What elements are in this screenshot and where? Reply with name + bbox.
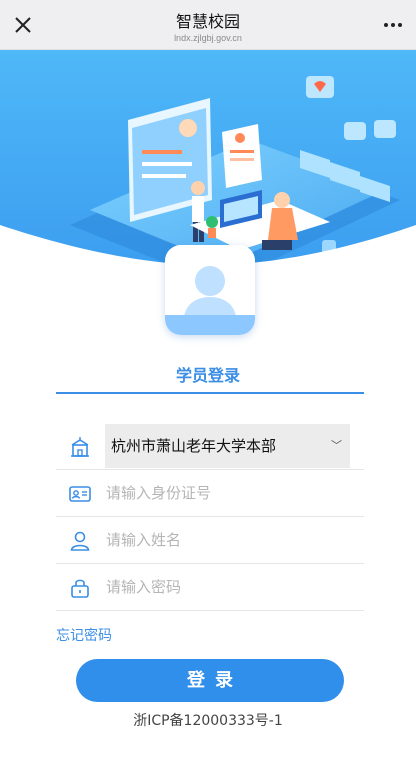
id-number-input[interactable]: 请输入身份证号 <box>106 470 211 517</box>
more-button[interactable] <box>382 14 404 36</box>
school-select[interactable]: 杭州市萧山老年大学本部 ﹀ <box>105 424 350 468</box>
id-card-icon <box>68 482 92 506</box>
tab-underline <box>56 392 364 394</box>
user-icon <box>68 529 92 553</box>
forgot-password-link[interactable]: 忘记密码 <box>56 625 112 645</box>
icp-footer: 浙ICP备12000333号-1 <box>133 713 283 729</box>
top-bar: 智慧校园 lndx.zjlgbj.gov.cn <box>0 0 416 50</box>
school-row: 杭州市萧山老年大学本部 ﹀ <box>56 423 364 470</box>
name-row: 请输入姓名 <box>56 517 364 564</box>
password-input[interactable]: 请输入密码 <box>106 564 181 611</box>
chevron-down-icon: ﹀ <box>331 439 342 452</box>
avatar-placeholder-icon <box>165 245 255 335</box>
more-icon <box>384 23 402 27</box>
password-row: 请输入密码 <box>56 564 364 611</box>
login-button[interactable]: 登录 <box>76 659 344 702</box>
tab-student-login[interactable]: 学员登录 <box>0 362 416 386</box>
school-select-value: 杭州市萧山老年大学本部 <box>111 437 277 455</box>
name-input[interactable]: 请输入姓名 <box>106 517 181 564</box>
lock-icon <box>68 576 92 600</box>
id-number-row: 请输入身份证号 <box>56 470 364 517</box>
avatar <box>165 245 255 335</box>
page-url: lndx.zjlgbj.gov.cn <box>174 33 242 43</box>
school-building-icon <box>68 435 92 459</box>
page-title: 智慧校园 <box>175 12 240 31</box>
